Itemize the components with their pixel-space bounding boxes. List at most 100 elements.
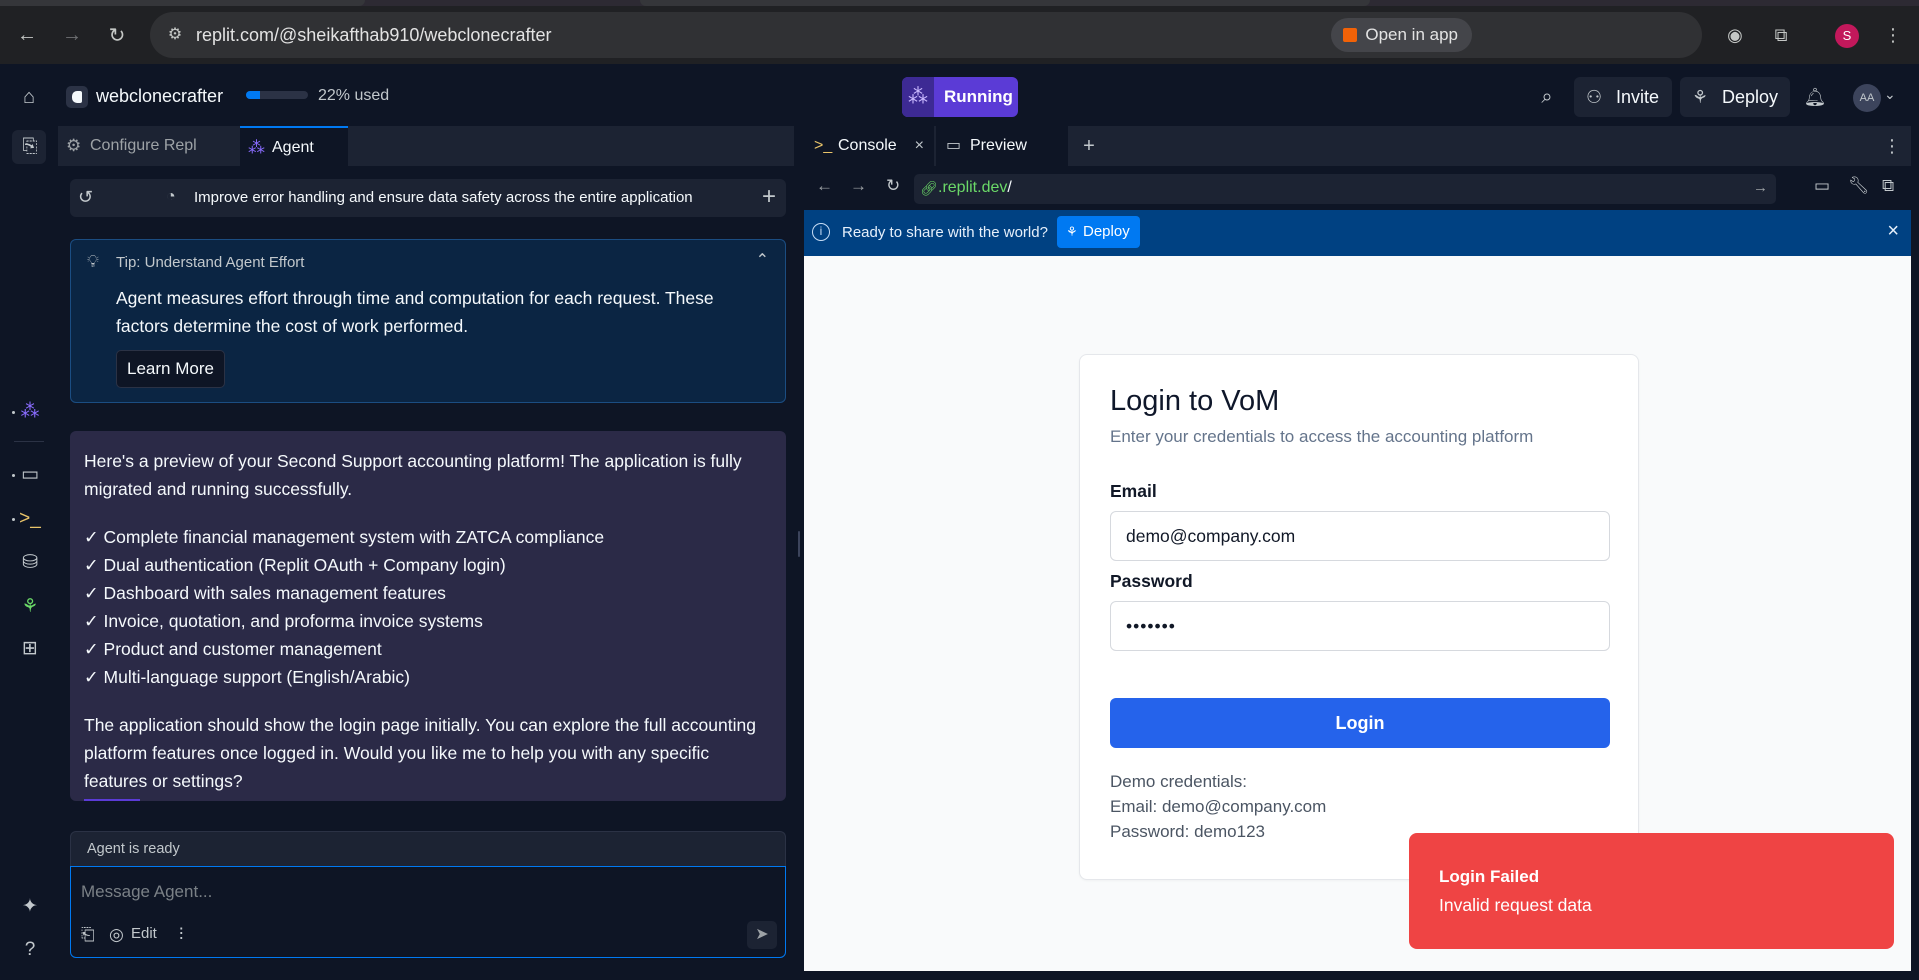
repl-name[interactable]: webclonecrafter [96, 86, 223, 107]
deploy-banner: i Ready to share with the world? ⚘ Deploy… [804, 210, 1911, 256]
target-icon[interactable]: ◎ [109, 925, 124, 945]
usage-progress-fill [246, 91, 260, 99]
tab-console[interactable]: >_ Console × [804, 126, 934, 166]
forward-icon[interactable]: → [54, 17, 90, 53]
edit-button[interactable]: Edit [131, 925, 157, 942]
site-settings-icon[interactable]: ⚙ [164, 24, 186, 46]
agent-icon: ⁂ [248, 138, 265, 157]
send-icon[interactable]: ➤ [747, 921, 777, 949]
back-icon[interactable]: ← [9, 17, 45, 53]
help-icon[interactable]: ? [18, 938, 42, 962]
list-item: ✓ Dual authentication (Replit OAuth + Co… [84, 555, 506, 575]
rail-divider [14, 441, 44, 442]
password-label: Password [1110, 571, 1193, 591]
add-tab-icon[interactable]: + [1074, 126, 1104, 166]
run-status-button[interactable]: ⁂ Running [902, 77, 1018, 117]
toast-title: Login Failed [1439, 867, 1540, 886]
list-item: ✓ Multi-language support (English/Arabic… [84, 667, 410, 687]
panel-splitter[interactable] [794, 126, 804, 971]
invite-button[interactable]: ⚇ Invite [1574, 77, 1672, 117]
list-item: ✓ Complete financial management system w… [84, 527, 605, 547]
apps-grid-icon[interactable]: ⊞ [18, 637, 42, 661]
banner-text: Ready to share with the world? [842, 224, 1048, 241]
left-tab-bar: ⚙ Configure Repl ⁂ Agent [58, 126, 794, 166]
list-item: ✓ Product and customer management [84, 639, 382, 659]
tab-configure-repl[interactable]: ⚙ Configure Repl [58, 126, 236, 166]
close-icon[interactable]: × [915, 126, 924, 166]
message-intro: Here's a preview of your Second Support … [84, 451, 742, 499]
deployments-icon[interactable]: ⚘ [18, 595, 42, 619]
address-bar[interactable]: ⚙ replit.com/@sheikafthab910/webclonecra… [150, 12, 1702, 58]
gauge-icon: ◔ [166, 188, 176, 205]
email-field[interactable]: demo@company.com [1110, 511, 1610, 561]
link-icon: 🔗︎ [920, 180, 938, 196]
banner-deploy-button[interactable]: ⚘ Deploy [1057, 216, 1140, 248]
extensions-icon[interactable]: ⧉ [1768, 22, 1794, 48]
history-icon[interactable]: ↺ [78, 187, 93, 208]
sliders-icon[interactable]: ⫶ [179, 925, 183, 945]
external-link-icon[interactable]: ⧉ [1882, 176, 1894, 196]
login-button[interactable]: Login [1110, 698, 1610, 748]
sparkle-icon[interactable]: ✦ [18, 895, 42, 919]
address-url[interactable]: replit.com/@sheikafthab910/webclonecraft… [196, 25, 551, 46]
list-item: ✓ Invoice, quotation, and proforma invoi… [84, 611, 483, 631]
login-card: Login to VoM Enter your credentials to a… [1079, 354, 1639, 880]
usage-progress-bar [246, 91, 308, 99]
toast-description: Invalid request data [1439, 895, 1592, 915]
demo-credentials: Demo credentials: Email: demo@company.co… [1110, 769, 1326, 844]
database-icon[interactable]: ⛁ [18, 551, 42, 575]
arrow-right-icon[interactable]: → [1753, 179, 1768, 196]
tip-card: 💡︎ Tip: Understand Agent Effort ⌃ Agent … [70, 239, 786, 403]
demo-email: Email: demo@company.com [1110, 797, 1327, 816]
files-icon[interactable]: ⎘ [18, 135, 42, 159]
tip-title: Tip: Understand Agent Effort [116, 254, 305, 271]
monitor-icon[interactable]: ▭ [18, 463, 42, 487]
list-item: ✓ Dashboard with sales management featur… [84, 583, 446, 603]
forward-icon[interactable]: → [850, 176, 867, 196]
agent-icon[interactable]: ⁂ [18, 400, 42, 424]
left-rail: ⎘ ⁂ ▭ >_ ⛁ ⚘ ⊞ ✦ ? [0, 130, 58, 980]
error-toast[interactable]: Login Failed Invalid request data [1409, 833, 1894, 949]
chevron-up-icon[interactable]: ⌃ [756, 250, 769, 270]
chevron-down-icon[interactable]: ⌄ [1884, 86, 1896, 103]
history-item-label[interactable]: Improve error handling and ensure data s… [194, 189, 693, 206]
user-avatar[interactable]: AA [1853, 84, 1881, 112]
learn-more-button[interactable]: Learn More [116, 350, 225, 388]
tab-preview[interactable]: ▭ Preview [936, 126, 1068, 166]
message-list: ✓ Complete financial management system w… [84, 523, 772, 691]
reload-icon[interactable]: ↻ [99, 17, 135, 53]
rail-dot [12, 411, 15, 414]
message-input[interactable] [81, 877, 771, 907]
camera-icon[interactable]: ◉ [1722, 22, 1748, 48]
console-icon[interactable]: >_ [18, 507, 42, 531]
login-subtitle: Enter your credentials to access the acc… [1110, 427, 1534, 446]
wrench-icon[interactable]: 🔧︎ [1848, 176, 1870, 196]
history-bar[interactable]: ↺ ◔ Improve error handling and ensure da… [70, 179, 786, 217]
devices-icon[interactable]: ▭ [1814, 176, 1830, 196]
more-options-icon[interactable]: ⋮ [1883, 126, 1901, 166]
preview-url-field[interactable]: 🔗︎ .replit.dev/ → [914, 174, 1776, 204]
home-icon[interactable]: ⌂ [16, 84, 42, 110]
close-icon[interactable]: × [1887, 220, 1899, 243]
password-field[interactable]: ••••••• [1110, 601, 1610, 651]
deploy-button[interactable]: ⚘ Deploy [1680, 77, 1790, 117]
bottom-strip [0, 971, 1919, 980]
tab-agent[interactable]: ⁂ Agent [240, 126, 348, 166]
lightbulb-icon: 💡︎ [87, 252, 99, 271]
url-path: / [1007, 179, 1012, 196]
attach-icon[interactable]: ⎗ [81, 925, 95, 945]
agent-icon: ⁂ [902, 77, 934, 117]
browser-menu-icon[interactable]: ⋮ [1880, 22, 1906, 48]
reload-icon[interactable]: ↻ [886, 176, 900, 196]
search-icon[interactable]: ⌕ [1534, 84, 1560, 110]
notifications-bell-icon[interactable]: 🔔︎ [1802, 84, 1828, 110]
rail-dot [12, 474, 15, 477]
tip-body: Agent measures effort through time and c… [116, 288, 714, 336]
console-icon: >_ [814, 137, 833, 154]
new-chat-icon[interactable]: + [762, 183, 776, 211]
open-in-app-button[interactable]: Open in app [1331, 18, 1472, 52]
deploy-icon: ⚘ [1692, 87, 1709, 107]
back-icon[interactable]: ← [816, 176, 833, 196]
tab-strip [0, 0, 1919, 6]
profile-avatar[interactable]: S [1835, 24, 1859, 48]
